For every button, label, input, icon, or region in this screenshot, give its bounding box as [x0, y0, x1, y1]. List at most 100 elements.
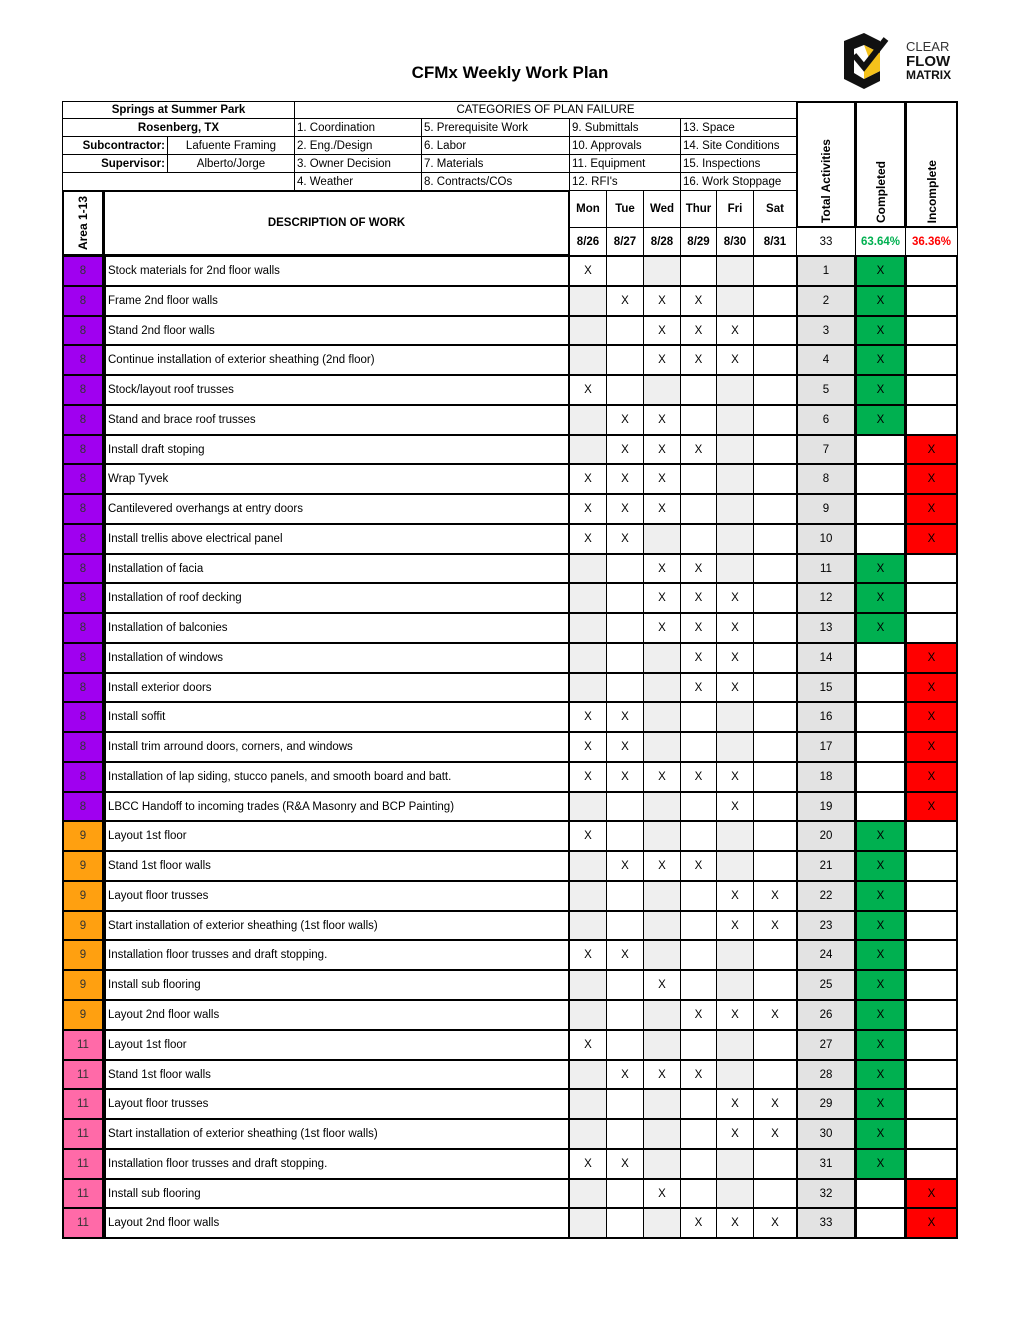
description-cell: Install sub flooring: [103, 1178, 570, 1209]
activity-number: 15: [796, 672, 856, 703]
day-cell: [716, 1029, 754, 1061]
completed-cell: [855, 672, 906, 703]
date-header: 8/29: [680, 227, 717, 256]
supervisor-value: Alberto/Jorge: [167, 154, 295, 173]
activity-number-text: 23: [819, 919, 833, 932]
completed-cell-text: X: [876, 295, 885, 307]
activity-number-text: 29: [819, 1098, 833, 1110]
day-cell: [680, 374, 717, 406]
day-cell: X: [680, 672, 717, 703]
day-cell: [606, 791, 644, 822]
category-item-text: 11. Equipment: [572, 157, 646, 170]
area-cell-text: 9: [79, 919, 87, 932]
completed-cell: [855, 642, 906, 674]
day-cell-text: X: [658, 324, 666, 337]
description-cell-text: Install trellis above electrical panel: [108, 533, 283, 545]
area-cell-text: 11: [77, 1158, 89, 1170]
activity-number: 10: [796, 523, 856, 555]
activity-number-text: 24: [819, 949, 833, 961]
day-cell: [753, 1029, 797, 1061]
incomplete-cell-text: X: [927, 711, 936, 723]
day-cell: X: [569, 255, 607, 287]
supervisor-label-text: Supervisor:: [101, 157, 165, 170]
day-cell-text: X: [621, 443, 629, 456]
category-item: 14. Site Conditions: [680, 136, 798, 155]
day-cell-text: X: [658, 622, 666, 634]
description-cell-text: Stock materials for 2nd floor walls: [108, 265, 280, 277]
description-cell: Installation of facia: [103, 553, 570, 584]
activity-number-text: 13: [819, 622, 833, 634]
description-cell-text: Layout 2nd floor walls: [108, 1009, 220, 1021]
day-cell: [716, 820, 754, 852]
category-item: 1. Coordination: [294, 118, 422, 137]
day-cell: [716, 523, 754, 555]
completed-cell: X: [855, 820, 906, 852]
supervisor-value-text: Alberto/Jorge: [196, 157, 266, 170]
incomplete-percent: 36.36%: [905, 227, 958, 256]
activity-number-text: 25: [819, 979, 833, 991]
day-cell-text: X: [731, 1128, 739, 1140]
area-cell-text: 8: [79, 711, 87, 723]
day-cell: [716, 374, 754, 406]
day-cell: [680, 820, 717, 852]
activity-number-text: 22: [819, 890, 833, 902]
day-cell: [753, 642, 797, 674]
area-cell: 8: [62, 523, 104, 555]
day-cell: [606, 612, 644, 644]
completed-cell: X: [855, 612, 906, 644]
day-cell-text: X: [658, 503, 666, 515]
activity-number: 31: [796, 1148, 856, 1180]
incomplete-cell-text: X: [927, 443, 936, 456]
day-cell: X: [753, 910, 797, 941]
description-cell: Layout floor trusses: [103, 1088, 570, 1120]
day-cell-text: X: [658, 443, 666, 456]
day-cell-text: X: [694, 562, 703, 575]
day-cell-text: X: [584, 503, 592, 515]
day-header: Thur: [680, 190, 717, 228]
area-cell: 8: [62, 404, 104, 436]
area-cell-text: 9: [79, 890, 87, 902]
day-cell: X: [643, 1059, 681, 1090]
day-cell: [643, 672, 681, 703]
activity-number-text: 33: [819, 1217, 833, 1229]
activity-number-text: 2: [822, 295, 830, 307]
day-cell-text: X: [694, 860, 703, 872]
day-cell: [680, 1029, 717, 1061]
incomplete-cell: [905, 1088, 958, 1120]
day-cell: [753, 285, 797, 317]
day-cell: X: [606, 1059, 644, 1090]
description-cell-text: Installation of facia: [108, 562, 204, 575]
day-cell: [716, 463, 754, 495]
day-cell-text: X: [694, 652, 703, 664]
day-cell-text: X: [584, 473, 592, 485]
day-cell: [680, 910, 717, 941]
day-cell: [569, 434, 607, 465]
category-item-text: 4. Weather: [297, 175, 354, 188]
completed-cell-text: X: [876, 1158, 885, 1170]
day-cell: [643, 1088, 681, 1120]
day-header: Wed: [643, 190, 681, 228]
completed-cell-text: X: [876, 354, 885, 366]
description-cell: Layout 1st floor: [103, 1029, 570, 1061]
activity-number: 24: [796, 939, 856, 971]
description-cell-text: Start installation of exterior sheathing…: [108, 919, 378, 932]
day-cell: [606, 374, 644, 406]
description-cell-text: Installation of balconies: [108, 622, 228, 634]
day-cell: [606, 315, 644, 346]
day-cell: [716, 285, 754, 317]
description-cell: Start installation of exterior sheathing…: [103, 910, 570, 941]
day-cell-text: X: [621, 295, 629, 307]
area-cell-text: 9: [79, 1009, 87, 1021]
day-cell: X: [569, 523, 607, 555]
day-cell: [606, 553, 644, 584]
area-cell-text: 8: [79, 324, 87, 337]
day-cell-text: X: [694, 1009, 703, 1021]
activity-number-text: 7: [822, 443, 830, 456]
day-cell: [643, 1118, 681, 1150]
incomplete-cell-text: X: [927, 771, 936, 783]
day-cell: X: [716, 1118, 754, 1150]
area-cell-text: 9: [79, 860, 87, 872]
completed-cell-text: X: [876, 1039, 885, 1051]
total-count: 33: [796, 227, 856, 256]
incomplete-cell: [905, 910, 958, 941]
